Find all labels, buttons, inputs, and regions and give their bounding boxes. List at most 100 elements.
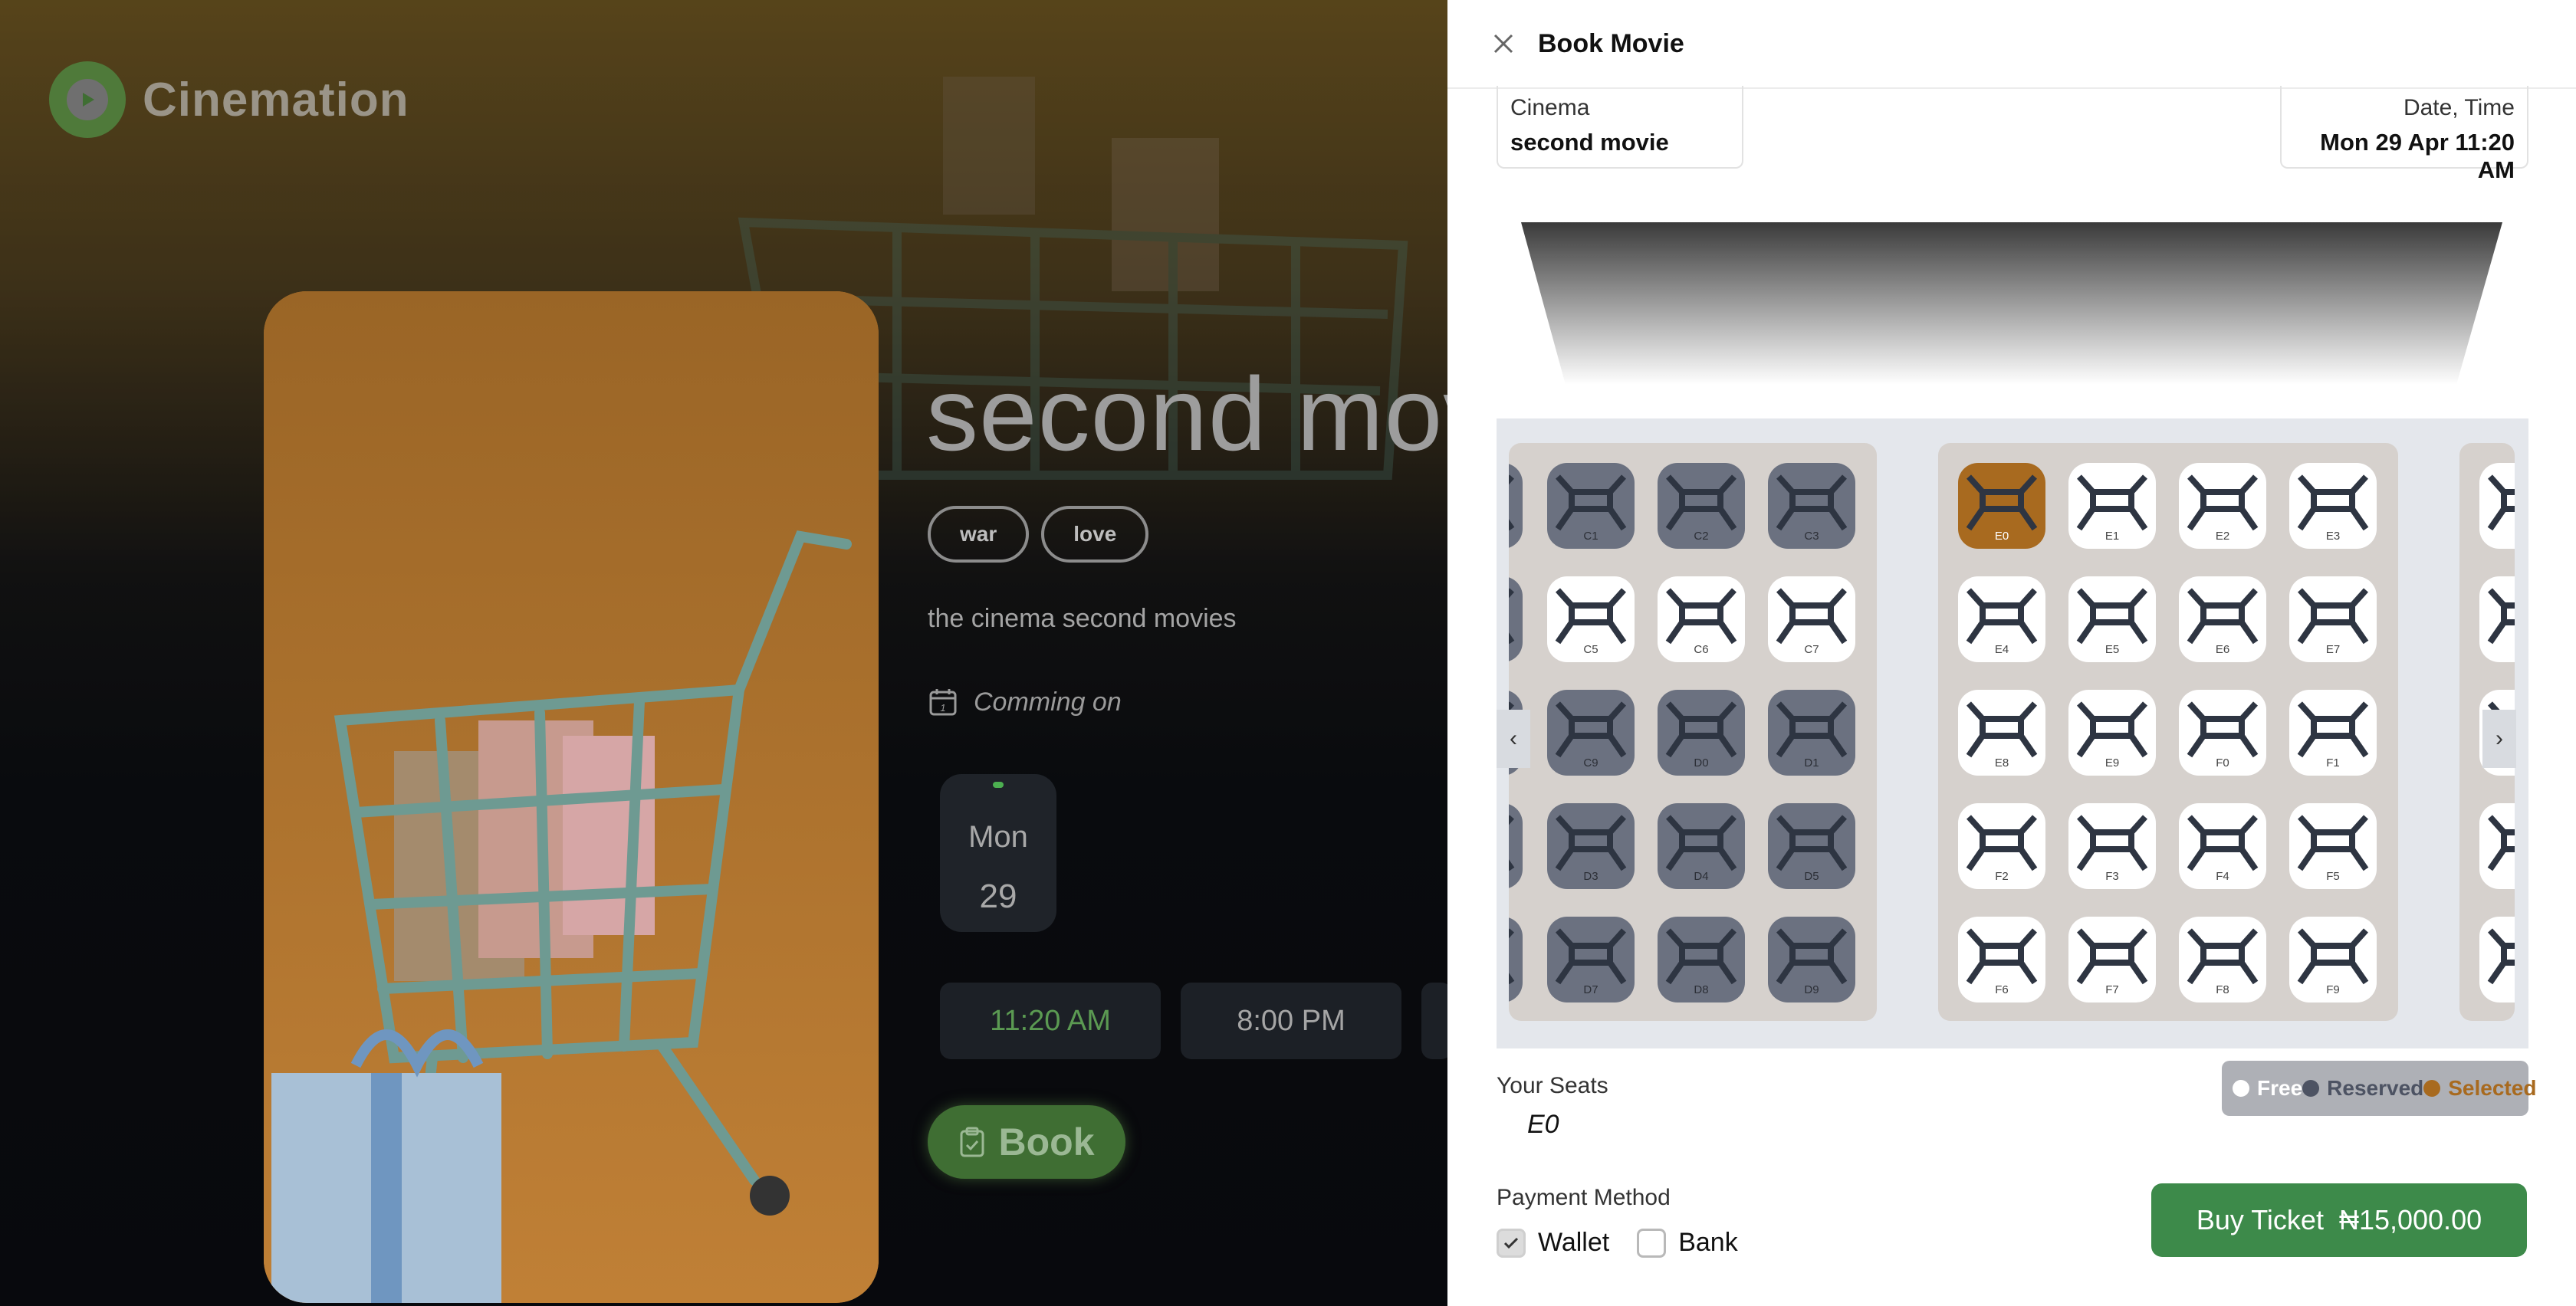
seat-edge[interactable] (2479, 803, 2515, 889)
seat-F9[interactable]: F9 (2289, 917, 2377, 1002)
seat-edge[interactable] (1509, 576, 1523, 662)
showtime-button[interactable]: 11:20 AM (940, 983, 1161, 1059)
datetime-value: Mon 29 Apr 11:20 AM (2320, 129, 2515, 183)
seat-D7[interactable]: D7 (1547, 917, 1635, 1002)
cinema-value: second movie (1510, 129, 1669, 156)
seat-label: E9 (2104, 756, 2120, 769)
seat-C1[interactable]: C1 (1547, 463, 1635, 549)
payment-option-bank[interactable]: Bank (1637, 1228, 1738, 1258)
seat-icon (1966, 588, 2038, 645)
payment-options: Wallet Bank (1497, 1228, 1750, 1258)
seat-E7[interactable]: E7 (2289, 576, 2377, 662)
buy-ticket-button[interactable]: Buy Ticket ₦15,000.00 (2151, 1183, 2527, 1257)
seat-E2[interactable]: E2 (2179, 463, 2266, 549)
seat-F3[interactable]: F3 (2068, 803, 2156, 889)
seat-F7[interactable]: F7 (2068, 917, 2156, 1002)
seat-E5[interactable]: E5 (2068, 576, 2156, 662)
seat-F4[interactable]: F4 (2179, 803, 2266, 889)
showtime-button[interactable]: 8:00 PM (1181, 983, 1401, 1059)
seat-edge[interactable] (2479, 917, 2515, 1002)
seat-C3[interactable]: C3 (1768, 463, 1855, 549)
seat-edge[interactable] (2479, 463, 2515, 549)
seat-label: E0 (1994, 530, 2009, 543)
cinema-label: Cinema (1510, 95, 1590, 120)
seat-F8[interactable]: F8 (2179, 917, 2266, 1002)
seat-C9[interactable]: C9 (1547, 690, 1635, 776)
seat-C5[interactable]: C5 (1547, 576, 1635, 662)
date-selector[interactable]: Mon 29 (940, 774, 1056, 932)
seat-label: F0 (2216, 756, 2229, 769)
seat-D1[interactable]: D1 (1768, 690, 1855, 776)
genre-tag[interactable]: war (928, 506, 1030, 563)
seat-label: E4 (1994, 643, 2009, 656)
book-button[interactable]: Book (928, 1105, 1125, 1179)
seat-block: E0 E1 E2 E3 E4 E5 E6 E7 E8 E9 F0 F1 F2 F3 F4 F5 F6 F7 F8 F9 (1938, 443, 2398, 1021)
seat-label: E6 (2215, 643, 2230, 656)
scroll-right-button[interactable]: › (2482, 710, 2516, 768)
seat-C7[interactable]: C7 (1768, 576, 1855, 662)
seat-icon (1509, 588, 1515, 645)
seat-D3[interactable]: D3 (1547, 803, 1635, 889)
seat-E6[interactable]: E6 (2179, 576, 2266, 662)
seat-C2[interactable]: C2 (1658, 463, 1745, 549)
drawer-title: Book Movie (1538, 28, 1684, 58)
seat-F2[interactable]: F2 (1958, 803, 2045, 889)
seat-icon (1555, 815, 1627, 871)
genre-tag[interactable]: love (1041, 506, 1149, 563)
seat-icon (1776, 928, 1848, 985)
seat-label: C1 (1583, 530, 1598, 543)
seat-E1[interactable]: E1 (2068, 463, 2156, 549)
seat-E4[interactable]: E4 (1958, 576, 2045, 662)
coming-on-row: 1 Comming on (928, 687, 1122, 717)
seat-D5[interactable]: D5 (1768, 803, 1855, 889)
seat-label: E7 (2325, 643, 2341, 656)
wallet-checkbox[interactable] (1497, 1228, 1526, 1258)
seat-label: E5 (2104, 643, 2120, 656)
brand-logo[interactable]: Cinemation (49, 61, 409, 138)
seat-label: D8 (1694, 983, 1709, 996)
scroll-left-button[interactable]: ‹ (1497, 710, 1530, 768)
seat-icon (1966, 474, 2038, 531)
seat-edge[interactable] (1509, 917, 1523, 1002)
seat-edge[interactable] (2479, 576, 2515, 662)
bank-checkbox[interactable] (1637, 1228, 1667, 1258)
seat-E8[interactable]: E8 (1958, 690, 2045, 776)
seat-label: E8 (1994, 756, 2009, 769)
seat-D9[interactable]: D9 (1768, 917, 1855, 1002)
seat-D8[interactable]: D8 (1658, 917, 1745, 1002)
legend-selected: Selected (2423, 1076, 2536, 1101)
your-seats-value: E0 (1527, 1110, 1559, 1139)
seat-label: F4 (2216, 870, 2229, 883)
seat-icon (1776, 815, 1848, 871)
seat-label: C5 (1583, 643, 1598, 656)
seat-label: F7 (2105, 983, 2119, 996)
seat-edge[interactable] (1509, 803, 1523, 889)
seat-F1[interactable]: F1 (2289, 690, 2377, 776)
seat-label: F8 (2216, 983, 2229, 996)
seat-D4[interactable]: D4 (1658, 803, 1745, 889)
close-icon[interactable] (1490, 31, 1516, 57)
seat-F6[interactable]: F6 (1958, 917, 2045, 1002)
check-icon (1503, 1237, 1519, 1249)
seat-E3[interactable]: E3 (2289, 463, 2377, 549)
seat-label: F2 (1995, 870, 2009, 883)
clipboard-icon (960, 1127, 984, 1157)
payment-option-wallet[interactable]: Wallet (1497, 1228, 1609, 1258)
seat-edge[interactable] (1509, 463, 1523, 549)
seat-F0[interactable]: F0 (2179, 690, 2266, 776)
seat-D0[interactable]: D0 (1658, 690, 1745, 776)
legend-free: Free (2233, 1076, 2302, 1101)
seat-E0[interactable]: E0 (1958, 463, 2045, 549)
seat-label: E3 (2325, 530, 2341, 543)
seat-icon (2076, 588, 2148, 645)
seat-E9[interactable]: E9 (2068, 690, 2156, 776)
seat-icon (2187, 815, 2259, 871)
showtimes: 11:20 AM 8:00 PM (940, 983, 1447, 1059)
seat-map: C1 C2 C3 C5 C6 C7 C9 D0 D1 D3 D4 D5 D7 D8 D9 E0 E1 E2 E3 E… (1497, 418, 2528, 1048)
seat-icon (1966, 815, 2038, 871)
seat-F5[interactable]: F5 (2289, 803, 2377, 889)
seat-icon (2187, 928, 2259, 985)
showtime-button[interactable] (1421, 983, 1447, 1059)
datetime-label: Date, Time (2403, 95, 2515, 120)
seat-C6[interactable]: C6 (1658, 576, 1745, 662)
